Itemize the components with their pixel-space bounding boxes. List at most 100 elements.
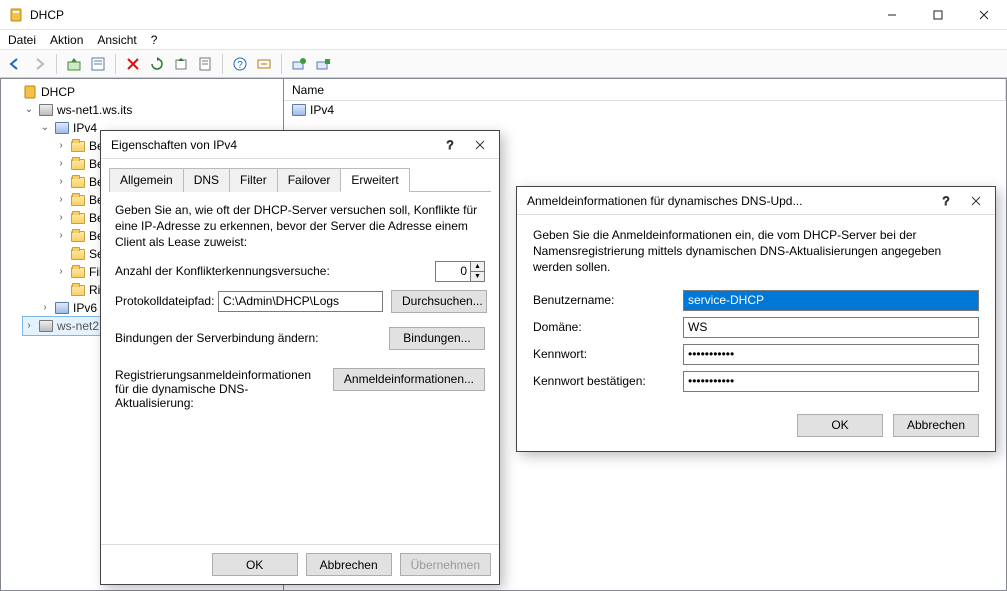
bindings-label: Bindungen der Serverbindung ändern:: [115, 331, 381, 345]
chevron-down-icon[interactable]: ⌄: [23, 101, 35, 119]
tab-allgemein[interactable]: Allgemein: [109, 168, 184, 192]
browse-button[interactable]: Durchsuchen...: [391, 290, 487, 313]
window-title: DHCP: [30, 8, 64, 22]
spin-up-icon[interactable]: ▲: [471, 262, 484, 272]
folder-icon: [71, 159, 85, 170]
sheet-icon[interactable]: [194, 53, 216, 75]
conflict-count-label: Anzahl der Konflikterkennungsversuche:: [115, 264, 427, 278]
help-icon[interactable]: ?: [229, 53, 251, 75]
folder-icon: [71, 249, 85, 260]
tab-erweitert[interactable]: Erweitert: [340, 168, 409, 192]
chevron-down-icon[interactable]: ⌄: [39, 119, 51, 137]
tree-ipv6-label: IPv6: [73, 299, 97, 317]
action1-icon[interactable]: [253, 53, 275, 75]
password-confirm-input[interactable]: [683, 371, 979, 392]
logpath-label: Protokolldateipfad:: [115, 294, 210, 308]
spin-down-icon[interactable]: ▼: [471, 272, 484, 281]
server-icon: [39, 104, 53, 116]
folder-icon: [71, 285, 85, 296]
dialog-title: Eigenschaften von IPv4: [111, 138, 435, 152]
creds-cancel-button[interactable]: Abbrechen: [893, 414, 979, 437]
svg-text:?: ?: [943, 195, 950, 207]
main-titlebar: DHCP: [0, 0, 1007, 30]
ipv4-icon: [292, 104, 306, 116]
folder-icon: [71, 195, 85, 206]
creds-help-button[interactable]: ?: [931, 189, 961, 213]
close-button[interactable]: [961, 0, 1007, 30]
dns-credentials-dialog: Anmeldeinformationen für dynamisches DNS…: [516, 186, 996, 452]
tree-ipv4-label: IPv4: [73, 119, 97, 137]
domain-input[interactable]: [683, 317, 979, 338]
username-input[interactable]: [683, 290, 979, 311]
svg-text:?: ?: [237, 60, 243, 71]
minimize-button[interactable]: [869, 0, 915, 30]
tab-failover[interactable]: Failover: [277, 168, 342, 192]
chevron-right-icon[interactable]: ›: [55, 191, 67, 209]
ok-button[interactable]: OK: [212, 553, 298, 576]
delete-icon[interactable]: [122, 53, 144, 75]
up-icon[interactable]: [63, 53, 85, 75]
dns-creds-label: Registrierungsanmeldeinformationen für d…: [115, 368, 325, 410]
export-icon[interactable]: [170, 53, 192, 75]
creds-ok-button[interactable]: OK: [797, 414, 883, 437]
tree-dhcp-root[interactable]: DHCP: [7, 83, 281, 101]
logpath-input[interactable]: [218, 291, 383, 312]
conflict-intro-text: Geben Sie an, wie oft der DHCP-Server ve…: [115, 202, 485, 251]
scope-add2-icon[interactable]: [312, 53, 334, 75]
menu-file[interactable]: Datei: [8, 33, 36, 47]
password-label: Kennwort:: [533, 347, 683, 361]
conflict-count-spinner[interactable]: ▲▼: [435, 261, 485, 282]
cancel-button[interactable]: Abbrechen: [306, 553, 392, 576]
password-confirm-label: Kennwort bestätigen:: [533, 374, 683, 388]
nav-forward-icon[interactable]: [28, 53, 50, 75]
password-input[interactable]: [683, 344, 979, 365]
folder-icon: [71, 231, 85, 242]
maximize-button[interactable]: [915, 0, 961, 30]
folder-icon: [71, 213, 85, 224]
scope-add-icon[interactable]: [288, 53, 310, 75]
chevron-right-icon[interactable]: ›: [55, 263, 67, 281]
domain-label: Domäne:: [533, 320, 683, 334]
menu-view[interactable]: Ansicht: [97, 33, 136, 47]
dialog-help-button[interactable]: ?: [435, 133, 465, 157]
tab-dns[interactable]: DNS: [183, 168, 230, 192]
menu-action[interactable]: Aktion: [50, 33, 83, 47]
toolbar: ?: [0, 50, 1007, 78]
menubar: Datei Aktion Ansicht ?: [0, 30, 1007, 50]
chevron-right-icon[interactable]: ›: [39, 299, 51, 317]
credentials-button[interactable]: Anmeldeinformationen...: [333, 368, 485, 391]
creds-close-button[interactable]: [961, 189, 991, 213]
list-column-name[interactable]: Name: [284, 79, 1006, 100]
bindings-button[interactable]: Bindungen...: [389, 327, 485, 350]
folder-icon: [71, 177, 85, 188]
svg-text:?: ?: [447, 139, 454, 151]
refresh-icon[interactable]: [146, 53, 168, 75]
chevron-right-icon[interactable]: ›: [55, 173, 67, 191]
ipv4-properties-dialog: Eigenschaften von IPv4 ? Allgemein DNS F…: [100, 130, 500, 585]
dialog-tabs: Allgemein DNS Filter Failover Erweitert: [109, 167, 491, 192]
tree-server1[interactable]: ⌄ ws-net1.ws.its: [23, 101, 281, 119]
username-label: Benutzername:: [533, 293, 683, 307]
chevron-right-icon[interactable]: ›: [55, 137, 67, 155]
list-item-ipv4[interactable]: IPv4: [284, 101, 1006, 119]
dialog-close-button[interactable]: [465, 133, 495, 157]
folder-icon: [71, 267, 85, 278]
ipv6-icon: [55, 302, 69, 314]
conflict-count-input[interactable]: [436, 262, 470, 281]
apply-button[interactable]: Übernehmen: [400, 553, 491, 576]
chevron-right-icon[interactable]: ›: [55, 209, 67, 227]
tab-filter[interactable]: Filter: [229, 168, 278, 192]
folder-icon: [71, 141, 85, 152]
creds-intro-text: Geben Sie die Anmeldeinformationen ein, …: [533, 227, 979, 276]
properties-icon[interactable]: [87, 53, 109, 75]
chevron-right-icon[interactable]: ›: [23, 317, 35, 335]
dhcp-app-icon: [8, 7, 24, 23]
menu-help[interactable]: ?: [151, 33, 158, 47]
nav-back-icon[interactable]: [4, 53, 26, 75]
chevron-right-icon[interactable]: ›: [55, 227, 67, 245]
ipv4-icon: [55, 122, 69, 134]
creds-dialog-title: Anmeldeinformationen für dynamisches DNS…: [527, 194, 931, 208]
tree-server1-label: ws-net1.ws.its: [57, 101, 132, 119]
chevron-right-icon[interactable]: ›: [55, 155, 67, 173]
server-icon: [39, 320, 53, 332]
